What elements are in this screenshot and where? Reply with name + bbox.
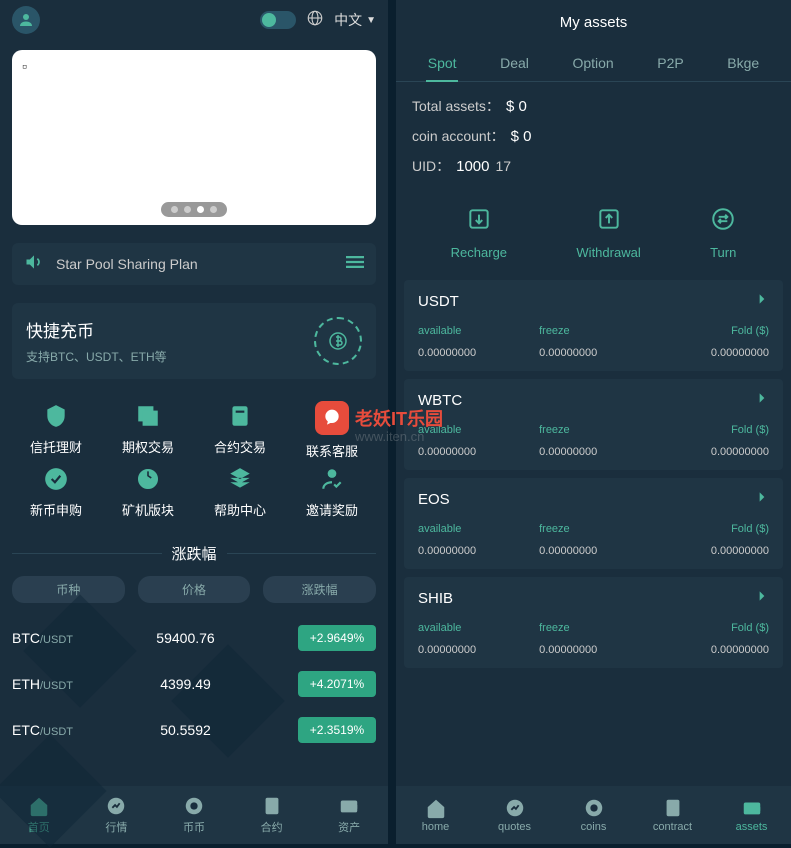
market-row[interactable]: ETH/USDT 4399.49 +4.2071% [12, 661, 376, 707]
menu-newcoin[interactable]: 新币申购 [12, 464, 100, 519]
carousel[interactable]: ▫ [12, 50, 376, 225]
language-selector[interactable]: 中文▼ [334, 10, 376, 30]
asset-card[interactable]: SHIB availablefreezeFold ($) 0.000000000… [404, 577, 783, 668]
tab-p2p[interactable]: P2P [651, 45, 689, 81]
carousel-dots[interactable] [161, 202, 227, 217]
menu-help[interactable]: 帮助中心 [196, 464, 284, 519]
nav-coins[interactable]: coins [554, 786, 633, 844]
chevron-right-icon [755, 391, 769, 410]
menu-options[interactable]: 期权交易 [104, 401, 192, 460]
broken-image-icon: ▫ [22, 58, 27, 74]
quick-deposit-card[interactable]: 快捷充币 支持BTC、USDT、ETH等 [12, 303, 376, 379]
hamburger-icon[interactable] [346, 253, 364, 276]
asset-card[interactable]: EOS availablefreezeFold ($) 0.000000000.… [404, 478, 783, 569]
theme-toggle[interactable] [260, 11, 296, 29]
announcement-bar[interactable]: Star Pool Sharing Plan [12, 243, 376, 285]
actions: Recharge Withdrawal Turn [396, 196, 791, 280]
nav-contract[interactable]: 合约 [233, 786, 311, 844]
tab-deal[interactable]: Deal [494, 45, 535, 81]
action-recharge[interactable]: Recharge [451, 206, 507, 260]
asset-card[interactable]: USDT availablefreezeFold ($) 0.000000000… [404, 280, 783, 371]
announcement-text: Star Pool Sharing Plan [56, 256, 346, 272]
account-info: Total assets：$ 0 coin account：$ 0 UID：10… [396, 82, 791, 190]
top-bar: 中文▼ [0, 0, 388, 40]
asset-card[interactable]: WBTC availablefreezeFold ($) 0.000000000… [404, 379, 783, 470]
tab-option[interactable]: Option [566, 45, 619, 81]
menu-mining[interactable]: 矿机版块 [104, 464, 192, 519]
col-change[interactable]: 涨跌幅 [263, 576, 376, 603]
tab-bkge[interactable]: Bkge [721, 45, 765, 81]
nav-assets[interactable]: assets [712, 786, 791, 844]
asset-list: USDT availablefreezeFold ($) 0.000000000… [396, 280, 791, 786]
col-pair[interactable]: 币种 [12, 576, 125, 603]
col-price[interactable]: 价格 [138, 576, 251, 603]
chevron-right-icon [755, 589, 769, 608]
action-turn[interactable]: Turn [710, 206, 736, 260]
globe-icon[interactable] [306, 9, 324, 32]
nav-contract[interactable]: contract [633, 786, 712, 844]
menu-trust[interactable]: 信托理财 [12, 401, 100, 460]
action-withdrawal[interactable]: Withdrawal [576, 206, 640, 260]
market-section: 涨跌幅 币种 价格 涨跌幅 BTC/USDT 59400.76 +2.9649%… [0, 531, 388, 753]
menu-invite[interactable]: 邀请奖励 [288, 464, 376, 519]
menu-grid: 信托理财 期权交易 合约交易 联系客服 新币申购 矿机版块 帮助中心 邀请奖励 [0, 389, 388, 531]
nav-assets[interactable]: 资产 [310, 786, 388, 844]
avatar-icon[interactable] [12, 6, 40, 34]
market-row[interactable]: BTC/USDT 59400.76 +2.9649% [12, 615, 376, 661]
asset-tabs: Spot Deal Option P2P Bkge [396, 45, 791, 82]
chevron-right-icon [755, 490, 769, 509]
deposit-title: 快捷充币 [26, 317, 314, 342]
tab-spot[interactable]: Spot [422, 45, 463, 81]
chevron-down-icon: ▼ [366, 15, 376, 26]
nav-coins[interactable]: 币币 [155, 786, 233, 844]
speaker-icon [24, 252, 44, 277]
assets-title: My assets [396, 0, 791, 45]
deposit-subtitle: 支持BTC、USDT、ETH等 [26, 348, 314, 365]
market-title: 涨跌幅 [172, 543, 217, 564]
right-bottom-nav: home quotes coins contract assets [396, 786, 791, 844]
nav-home[interactable]: home [396, 786, 475, 844]
nav-quotes[interactable]: quotes [475, 786, 554, 844]
chevron-right-icon [755, 292, 769, 311]
market-row[interactable]: ETC/USDT 50.5592 +2.3519% [12, 707, 376, 753]
menu-contract[interactable]: 合约交易 [196, 401, 284, 460]
deposit-icon [314, 317, 362, 365]
menu-service[interactable]: 联系客服 [288, 401, 376, 460]
